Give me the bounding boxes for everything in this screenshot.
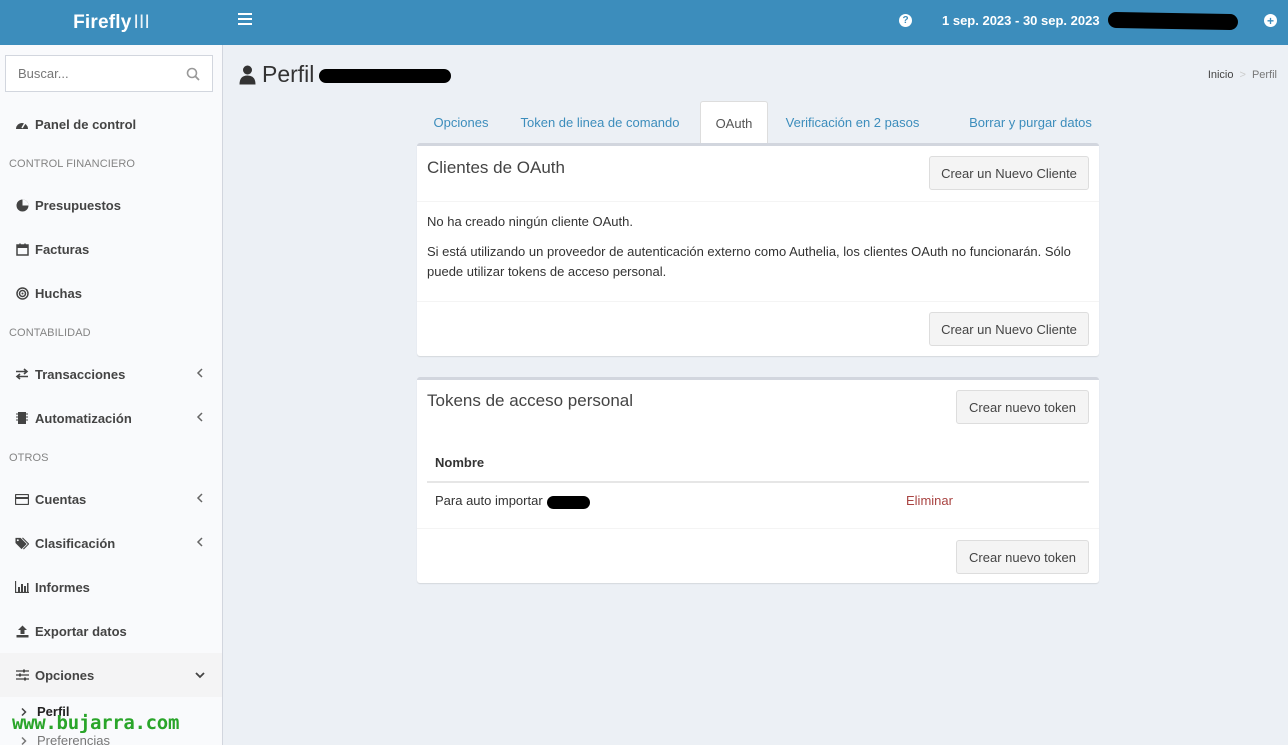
sidebar-item-label: Exportar datos: [35, 623, 127, 639]
user-menu-redacted[interactable]: [1107, 11, 1239, 31]
calendar-icon: [15, 242, 29, 256]
bar-chart-icon: [15, 580, 29, 594]
chevron-left-icon: [196, 537, 203, 547]
page-title: Perfil: [239, 61, 314, 88]
sidebar-item-label: Clasificación: [35, 535, 116, 551]
sidebar-subitem-preferences[interactable]: Preferencias: [20, 733, 110, 745]
sidebar-item-automation[interactable]: Automatización: [0, 396, 222, 440]
sidebar-item-label: Presupuestos: [35, 197, 121, 213]
personal-tokens-title: Tokens de acceso personal: [427, 391, 634, 410]
help-icon[interactable]: ?: [899, 14, 912, 27]
date-range-picker[interactable]: 1 sep. 2023 - 30 sep. 2023: [942, 13, 1100, 28]
create-new-icon[interactable]: +: [1264, 14, 1277, 27]
user-icon: [239, 65, 256, 84]
sidebar-item-label: Panel de control: [35, 116, 137, 132]
divider: [417, 528, 1099, 529]
profile-tabs: Opciones Token de linea de comando OAuth…: [417, 101, 1099, 144]
sidebar-item-label: Huchas: [35, 285, 82, 301]
dashboard-icon: [15, 117, 29, 131]
oauth-clients-title: Clientes de OAuth: [427, 158, 565, 177]
delete-token-link[interactable]: Eliminar: [906, 493, 953, 508]
app-logo[interactable]: Firefly III: [0, 0, 223, 45]
tab-delete-purge[interactable]: Borrar y purgar datos: [939, 101, 1122, 144]
chip-icon: [15, 411, 29, 425]
oauth-clients-box: Clientes de OAuth Crear un Nuevo Cliente…: [417, 143, 1099, 356]
page-title-text: Perfil: [262, 61, 315, 87]
sidebar: Panel de control CONTROL FINANCIERO Pres…: [0, 45, 223, 745]
username-redacted: [319, 69, 451, 83]
chevron-right-icon: [21, 736, 27, 745]
tab-options[interactable]: Opciones: [417, 101, 505, 144]
sidebar-item-bills[interactable]: Facturas: [0, 227, 222, 271]
search-input[interactable]: [6, 56, 166, 91]
watermark: www.bujarra.com: [12, 712, 180, 734]
pie-chart-icon: [15, 198, 29, 212]
chevron-down-icon: [195, 672, 205, 679]
create-token-button-bottom[interactable]: Crear nuevo token: [956, 540, 1089, 574]
sidebar-item-options[interactable]: Opciones: [0, 653, 222, 697]
sidebar-item-piggy-banks[interactable]: Huchas: [0, 271, 222, 315]
top-navbar: Firefly III ? 1 sep. 2023 - 30 sep. 2023 …: [0, 0, 1288, 45]
tab-cli-token[interactable]: Token de linea de comando: [509, 101, 691, 144]
create-client-button-top[interactable]: Crear un Nuevo Cliente: [929, 156, 1089, 190]
breadcrumb-home[interactable]: Inicio: [1208, 69, 1234, 81]
sidebar-item-label: Facturas: [35, 241, 90, 257]
sliders-icon: [15, 668, 29, 682]
sidebar-item-export[interactable]: Exportar datos: [0, 609, 222, 653]
sidebar-item-label: Automatización: [35, 410, 132, 426]
tags-icon: [15, 536, 29, 550]
create-client-button-bottom[interactable]: Crear un Nuevo Cliente: [929, 312, 1089, 346]
breadcrumb-separator: >: [1239, 69, 1246, 81]
personal-tokens-box: Tokens de acceso personal Crear nuevo to…: [417, 377, 1099, 583]
tab-oauth[interactable]: OAuth: [700, 101, 768, 144]
table-header-border: [427, 481, 1089, 483]
exchange-icon: [15, 367, 29, 381]
sidebar-item-classification[interactable]: Clasificación: [0, 521, 222, 565]
token-name-redacted: [547, 496, 590, 509]
no-clients-text: No ha creado ningún cliente OAuth.: [427, 214, 633, 229]
logo-light: III: [133, 11, 150, 33]
sidebar-item-label: Cuentas: [35, 491, 87, 507]
chevron-left-icon: [196, 368, 203, 378]
breadcrumb: Inicio > Perfil: [1208, 69, 1277, 81]
sidebar-item-budgets[interactable]: Presupuestos: [0, 183, 222, 227]
nav-section-financial: CONTROL FINANCIERO: [9, 158, 136, 170]
sidebar-search: [5, 55, 213, 92]
logo-bold: Firefly: [73, 11, 132, 33]
create-token-button-top[interactable]: Crear nuevo token: [956, 390, 1089, 424]
sidebar-item-reports[interactable]: Informes: [0, 565, 222, 609]
sidebar-item-label: Informes: [35, 579, 90, 595]
divider: [417, 301, 1099, 302]
tab-two-factor[interactable]: Verificación en 2 pasos: [774, 101, 931, 144]
chevron-left-icon: [196, 493, 203, 503]
bullseye-icon: [15, 286, 29, 300]
search-icon[interactable]: [186, 67, 200, 81]
credit-card-icon: [15, 492, 29, 506]
sidebar-item-accounts[interactable]: Cuentas: [0, 477, 222, 521]
sidebar-toggle-icon[interactable]: [238, 13, 252, 29]
external-auth-note-line1: Si está utilizando un proveedor de auten…: [427, 244, 1071, 259]
upload-icon: [15, 624, 29, 638]
chevron-left-icon: [196, 412, 203, 422]
table-header-name: Nombre: [435, 455, 485, 470]
nav-section-others: OTROS: [9, 452, 49, 464]
external-auth-note-line2: puede utilizar tokens de acceso personal…: [427, 264, 667, 279]
nav-section-accounting: CONTABILIDAD: [9, 327, 91, 339]
sidebar-subitem-label: Preferencias: [37, 733, 110, 745]
breadcrumb-current: Perfil: [1251, 69, 1277, 81]
token-name: Para auto importar: [435, 493, 543, 508]
sidebar-item-transactions[interactable]: Transacciones: [0, 352, 222, 396]
divider: [417, 201, 1099, 202]
sidebar-item-dashboard[interactable]: Panel de control: [0, 102, 222, 146]
sidebar-item-label: Opciones: [35, 667, 95, 683]
sidebar-item-label: Transacciones: [35, 366, 126, 382]
